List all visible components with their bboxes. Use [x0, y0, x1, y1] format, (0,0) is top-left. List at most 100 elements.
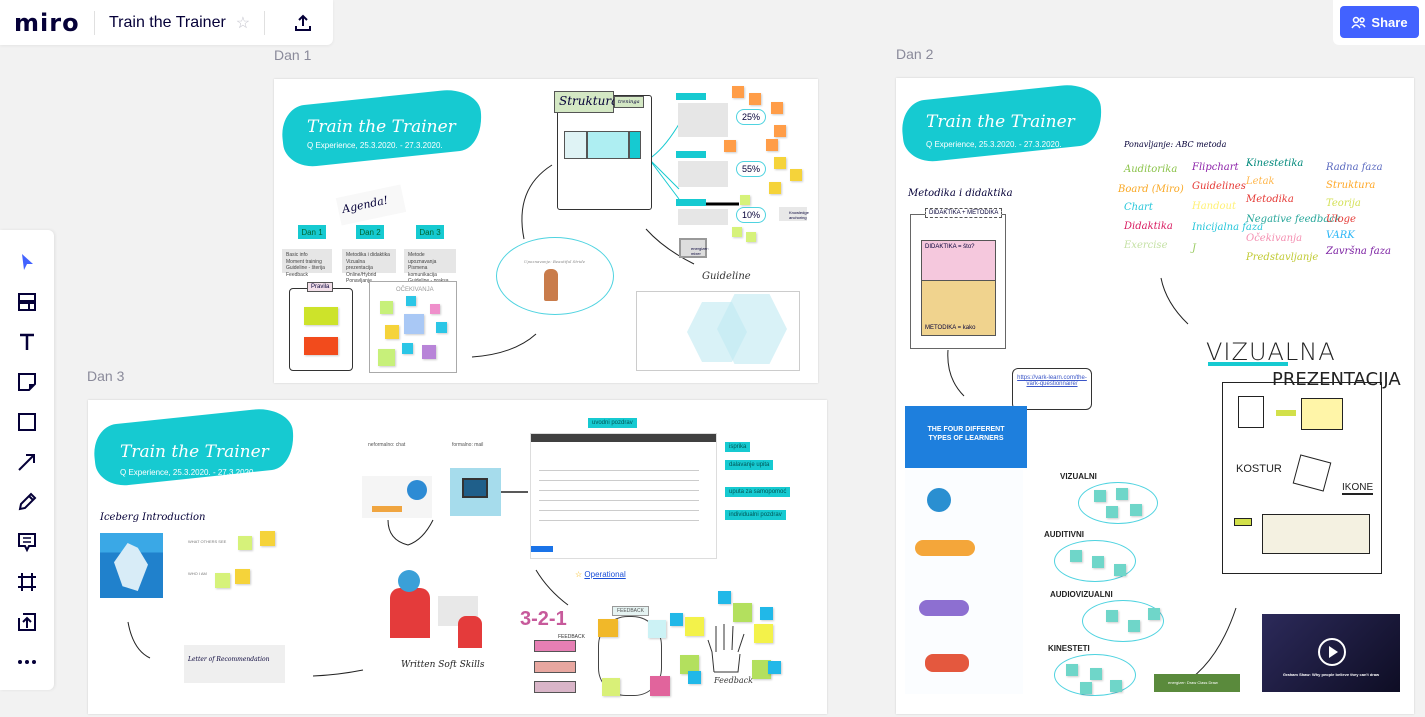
summary-note	[1301, 398, 1343, 430]
person-figure	[390, 588, 430, 638]
more-icon[interactable]	[13, 648, 41, 676]
email-tag: isprika	[725, 442, 751, 452]
feedback-321-title: 3-2-1	[520, 608, 567, 630]
sticky-note	[774, 125, 786, 137]
eye-illustration	[927, 488, 951, 512]
vark-link[interactable]: https://vark-learn.com/the-vark-question…	[1012, 368, 1092, 410]
sticky-note	[650, 676, 670, 696]
abc-word: Didaktika	[1124, 221, 1173, 232]
person-head	[398, 570, 420, 592]
email-tag: dalavanje upita	[725, 460, 774, 470]
learner-cloud	[1082, 600, 1164, 642]
email-body	[539, 464, 699, 524]
abc-word: Uloge	[1326, 214, 1356, 225]
square-icon[interactable]	[13, 408, 41, 436]
phase-tag	[676, 151, 706, 158]
percentage-cloud: 55%	[736, 161, 767, 177]
frame-label-dan2[interactable]: Dan 2	[896, 46, 933, 62]
upload-icon[interactable]	[13, 608, 41, 636]
cursor-icon[interactable]	[13, 248, 41, 276]
phase-tag	[676, 199, 706, 206]
sticky-note	[1130, 504, 1142, 516]
abc-word: Završna faza	[1326, 246, 1391, 257]
play-icon[interactable]	[1318, 638, 1346, 666]
sticky-note	[688, 671, 701, 684]
abc-title: Ponavljanje: ABC metoda	[1124, 140, 1227, 149]
frame-dan2[interactable]: Train the Trainer Q Experience, 25.3.202…	[896, 78, 1414, 714]
abc-word: J	[1192, 243, 1197, 254]
templates-icon[interactable]	[13, 288, 41, 316]
comment-icon[interactable]	[13, 528, 41, 556]
abc-word: Teorija	[1326, 198, 1361, 209]
board-header: miro Train the Trainer ☆	[0, 0, 333, 45]
abc-word: Handout	[1192, 201, 1237, 212]
miro-logo[interactable]: miro	[14, 9, 80, 37]
phase-items	[678, 103, 728, 137]
learners-banner: THE FOUR DIFFERENT TYPES OF LEARNERS	[905, 406, 1027, 468]
sticky-note	[718, 591, 731, 604]
sticky-note	[766, 139, 778, 151]
abc-word: Kinestetika	[1246, 158, 1304, 169]
email-mockup	[530, 433, 717, 559]
operational-link[interactable]: ☆ Operational	[575, 570, 626, 579]
sticky-note	[740, 195, 750, 205]
abc-word: VARK	[1326, 230, 1355, 241]
board-title[interactable]: Train the Trainer	[109, 14, 226, 32]
learners-infographic	[905, 470, 1023, 694]
sticky-note	[1114, 564, 1126, 576]
guideline-title: Guideline	[702, 271, 751, 282]
monitor	[462, 478, 488, 498]
energizer-badge: energizer: Draw Class Draw	[1154, 674, 1240, 692]
share-button[interactable]: Share	[1340, 6, 1419, 38]
desk	[372, 506, 402, 512]
left-toolbar	[0, 230, 54, 690]
abc-word: Exercise	[1124, 240, 1168, 251]
abc-word: Guidelines	[1192, 181, 1246, 192]
upload-icon[interactable]	[291, 11, 315, 35]
sticky-note	[774, 157, 786, 169]
sticky-note	[1148, 608, 1160, 620]
sticky-note	[760, 607, 773, 620]
phase-box	[564, 131, 587, 159]
frame-label-dan3[interactable]: Dan 3	[87, 368, 124, 384]
sticky-note	[1110, 680, 1122, 692]
sticky-note-icon[interactable]	[13, 368, 41, 396]
email-tag: uputa za samopomoć	[725, 487, 791, 497]
abc-word: Flipchart	[1192, 162, 1239, 173]
illustration	[925, 654, 969, 672]
sticky-note	[670, 613, 683, 626]
document-sketch	[1238, 396, 1264, 428]
arrow-sketch	[1276, 410, 1296, 416]
email-titlebar	[531, 434, 716, 442]
frame-dan1[interactable]: Train the Trainer Q Experience, 25.3.202…	[274, 79, 818, 383]
mail-illustration	[450, 468, 501, 516]
sticky-note	[1106, 610, 1118, 622]
abc-word: Predstavljanje	[1246, 252, 1319, 263]
text-icon[interactable]	[13, 328, 41, 356]
feedback-box-title: FEEDBACK	[612, 606, 649, 616]
abc-word: Metodika	[1246, 194, 1294, 205]
arrow-icon[interactable]	[13, 448, 41, 476]
email-tag: uvodni pozdrav	[588, 418, 637, 428]
struktura-subtitle: treninga	[614, 96, 644, 108]
frame-icon[interactable]	[13, 568, 41, 596]
feedback-hand-title: Feedback	[714, 676, 753, 685]
hand-sketch	[706, 622, 750, 674]
divider	[94, 10, 95, 35]
feedback-row	[534, 661, 576, 673]
illustration	[915, 540, 975, 556]
sticky-note	[1092, 556, 1104, 568]
feedback-row	[534, 681, 576, 693]
frame-dan3[interactable]: Train the Trainer Q Experience, 25.3.202…	[88, 400, 827, 714]
sticky-note	[732, 227, 742, 237]
phase-box	[587, 131, 629, 159]
sticky-note	[769, 182, 781, 194]
star-icon[interactable]: ☆	[236, 13, 250, 33]
sticky-note	[768, 661, 781, 674]
pen-icon[interactable]	[13, 488, 41, 516]
video-embed[interactable]: Graham Shaw: Why people believe they can…	[1262, 614, 1400, 692]
sticky-note	[746, 232, 756, 242]
kostur-label: KOSTUR	[1236, 463, 1282, 475]
sticky-note	[1094, 490, 1106, 502]
frame-label-dan1[interactable]: Dan 1	[274, 47, 311, 63]
